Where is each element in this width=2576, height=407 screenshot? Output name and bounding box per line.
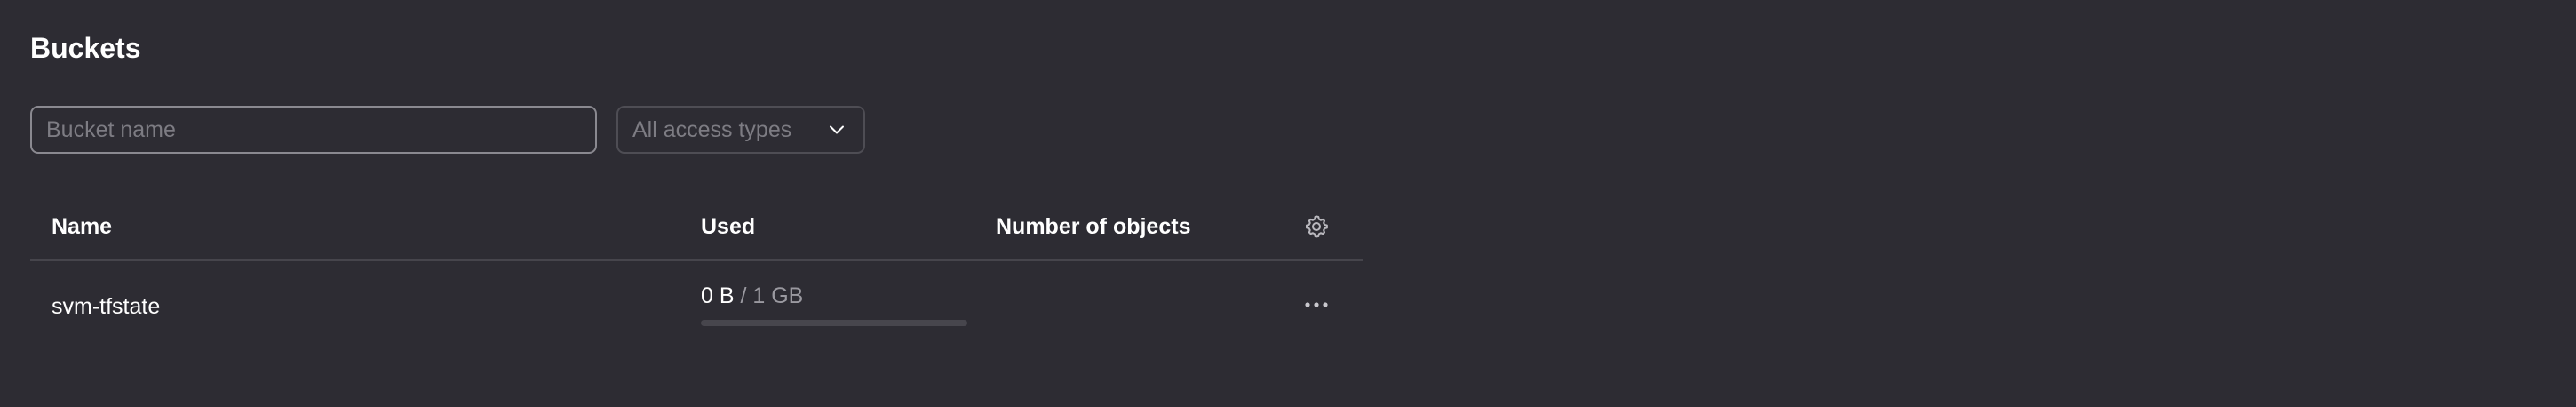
bucket-name-cell[interactable]: svm-tfstate [52, 291, 160, 322]
access-type-select-value: All access types [632, 116, 792, 142]
table-header: Name Used Number of objects [30, 196, 1363, 261]
buckets-table: Name Used Number of objects svm-tfstate … [30, 196, 1363, 347]
chevron-down-icon [824, 117, 849, 142]
buckets-page: Buckets All access types Name Used Numbe… [0, 0, 2576, 407]
access-type-select[interactable]: All access types [616, 106, 865, 154]
used-cell: 0 B / 1 GB [701, 281, 967, 326]
more-actions-icon[interactable] [1299, 290, 1334, 320]
gear-icon[interactable] [1301, 211, 1332, 242]
column-header-objects[interactable]: Number of objects [996, 211, 1190, 242]
column-header-used[interactable]: Used [701, 211, 755, 242]
used-separator: / [734, 283, 753, 308]
table-row[interactable]: svm-tfstate 0 B / 1 GB [30, 261, 1363, 347]
used-limit: 1 GB [752, 283, 804, 308]
used-value: 0 B [701, 283, 735, 308]
page-title: Buckets [30, 32, 141, 64]
bucket-name-search-input[interactable] [30, 106, 597, 154]
used-progress-bar [701, 320, 967, 326]
used-text: 0 B / 1 GB [701, 281, 967, 311]
column-header-name[interactable]: Name [52, 211, 112, 242]
